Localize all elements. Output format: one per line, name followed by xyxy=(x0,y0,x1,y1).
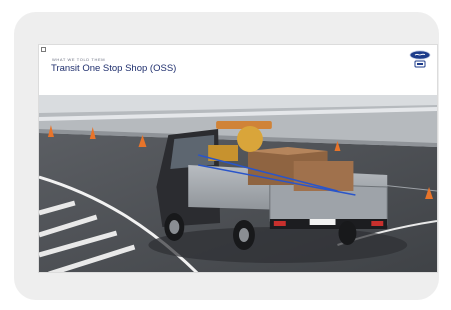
ford-logo-icon xyxy=(409,50,431,68)
presentation-slide: WHAT WE TOLD THEM Transit One Stop Shop … xyxy=(38,44,438,273)
slide-kicker: WHAT WE TOLD THEM xyxy=(52,57,106,62)
window-icon[interactable] xyxy=(41,47,46,52)
slide-title: Transit One Stop Shop (OSS) xyxy=(51,63,177,74)
slide-header: WHAT WE TOLD THEM Transit One Stop Shop … xyxy=(39,45,437,95)
transit-truck-photo xyxy=(39,95,437,272)
